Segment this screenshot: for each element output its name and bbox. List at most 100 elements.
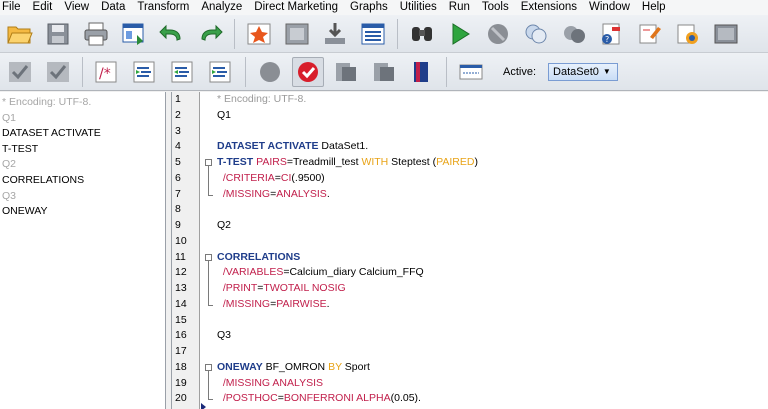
unindent-icon[interactable]	[205, 57, 237, 87]
current-line-marker-icon	[201, 403, 206, 409]
syntax-line[interactable]: /MISSING=ANALYSIS.	[217, 187, 768, 203]
use-sets-icon[interactable]	[672, 19, 704, 49]
syntax-line[interactable]	[217, 313, 768, 329]
syntax-line[interactable]: /MISSING ANALYSIS	[217, 376, 768, 392]
select-cases-icon[interactable]: ?	[596, 19, 628, 49]
save-icon[interactable]	[42, 19, 74, 49]
menu-window[interactable]: Window	[585, 0, 638, 15]
syntax-line[interactable]: Q2	[217, 218, 768, 234]
toolbar-separator	[82, 56, 83, 87]
redo-icon[interactable]	[194, 19, 226, 49]
open-folder-icon[interactable]	[4, 19, 36, 49]
syntax-line[interactable]	[217, 202, 768, 218]
syntax-line[interactable]: /POSTHOC=BONFERRONI ALPHA(0.05).	[217, 391, 768, 407]
print-icon[interactable]	[80, 19, 112, 49]
syntax-line[interactable]: DATASET ACTIVATE DataSet1.	[217, 139, 768, 155]
indent-icon[interactable]	[129, 57, 161, 87]
goto-variable-icon[interactable]	[281, 19, 313, 49]
menu-transform[interactable]: Transform	[133, 0, 197, 15]
nav-item[interactable]: T-TEST	[0, 142, 165, 158]
menu-data[interactable]: Data	[97, 0, 133, 15]
line-number: 3	[175, 124, 181, 137]
menu-extensions[interactable]: Extensions	[517, 0, 585, 15]
toolbar-separator	[397, 18, 398, 49]
syntax-token: CI	[280, 171, 292, 184]
syntax-icon[interactable]	[455, 57, 487, 87]
syntax-token: )	[474, 156, 478, 168]
goto-case-icon[interactable]	[243, 19, 275, 49]
stop-icon[interactable]	[482, 19, 514, 49]
fold-toggle-icon[interactable]	[205, 159, 212, 166]
syntax-line[interactable]: CORRELATIONS	[217, 250, 768, 266]
circle-icon[interactable]	[254, 57, 286, 87]
syntax-editor[interactable]: 123456789101112131415161718192021 * Enco…	[172, 92, 768, 409]
line-number: 11	[175, 250, 186, 263]
run-icon[interactable]	[444, 19, 476, 49]
verify-icon[interactable]	[292, 56, 324, 87]
undo-icon[interactable]	[156, 19, 188, 49]
insert-cases-icon[interactable]	[319, 19, 351, 49]
weight-cases-icon[interactable]	[558, 19, 590, 49]
variables-icon[interactable]	[357, 19, 389, 49]
nav-item[interactable]: DATASET ACTIVATE	[0, 126, 165, 142]
menu-help[interactable]: Help	[638, 0, 674, 15]
outdent-icon[interactable]	[167, 57, 199, 87]
syntax-line[interactable]: /PRINT=TWOTAIL NOSIG	[217, 281, 768, 297]
nav-item[interactable]: Q1	[0, 111, 165, 127]
nav-item[interactable]: Q2	[0, 157, 165, 173]
syntax-line[interactable]: ONEWAY BF_OMRON BY Sport	[217, 360, 768, 376]
fold-line	[208, 370, 209, 400]
line-number: 15	[175, 313, 187, 326]
menu-graphs[interactable]: Graphs	[346, 0, 396, 15]
fold-column	[200, 92, 217, 409]
syntax-token: PAIRS	[256, 156, 287, 168]
comment-icon[interactable]: /*	[91, 57, 123, 87]
check-gray-icon[interactable]	[42, 57, 74, 87]
menu-edit[interactable]: Edit	[29, 0, 61, 15]
dialog-recall-icon[interactable]	[118, 19, 150, 49]
menu-utilities[interactable]: Utilities	[396, 0, 445, 15]
check-icon[interactable]	[4, 57, 36, 87]
syntax-token: /VARIABLES	[217, 266, 284, 279]
nav-item[interactable]: Q3	[0, 189, 165, 205]
copy-icon[interactable]	[330, 57, 362, 87]
fold-toggle-icon[interactable]	[205, 363, 212, 371]
menu-run[interactable]: Run	[445, 0, 478, 15]
nav-item[interactable]: * Encoding: UTF-8.	[0, 95, 165, 111]
line-number: 19	[175, 376, 187, 389]
paste-icon[interactable]	[368, 57, 400, 87]
menu-file[interactable]: File	[0, 0, 29, 15]
nav-item[interactable]: CORRELATIONS	[0, 173, 165, 189]
syntax-token: =Calcium_diary Calcium_FFQ	[283, 266, 424, 279]
syntax-line[interactable]: Q1	[217, 108, 768, 124]
line-number: 16	[175, 329, 187, 342]
line-number: 7	[175, 187, 181, 200]
fold-end	[208, 399, 213, 401]
syntax-line[interactable]: Q3	[217, 328, 768, 344]
syntax-line[interactable]: * Encoding: UTF-8.	[217, 92, 768, 108]
chevron-down-icon: ▼	[602, 67, 611, 76]
active-dataset-dropdown[interactable]: DataSet0 ▼	[548, 62, 619, 81]
navigation-pane: * Encoding: UTF-8. Q1 DATASET ACTIVATE T-TE…	[0, 92, 166, 409]
syntax-line[interactable]	[217, 124, 768, 140]
syntax-line[interactable]	[217, 344, 768, 360]
show-all-icon[interactable]	[710, 19, 742, 49]
syntax-line[interactable]	[217, 234, 768, 250]
value-labels-icon[interactable]	[634, 19, 666, 49]
menu-tools[interactable]: Tools	[478, 0, 517, 15]
syntax-token: Q1	[217, 108, 232, 121]
split-file-icon[interactable]	[520, 19, 552, 49]
syntax-lines[interactable]: * Encoding: UTF-8. Q1 DATASET ACTIVATE Dat…	[217, 92, 768, 409]
book-icon[interactable]	[406, 57, 438, 87]
fold-line	[208, 166, 209, 195]
menu-analyze[interactable]: Analyze	[197, 0, 250, 15]
syntax-line[interactable]: T-TEST PAIRS=Treadmill_test WITH Steptes…	[217, 155, 768, 171]
syntax-line[interactable]: /MISSING=PAIRWISE.	[217, 297, 768, 313]
menu-view[interactable]: View	[60, 0, 97, 15]
syntax-line[interactable]: /VARIABLES=Calcium_diary Calcium_FFQ	[217, 265, 768, 281]
syntax-line[interactable]: /CRITERIA=CI(.9500)	[217, 171, 768, 187]
menu-direct-marketing[interactable]: Direct Marketing	[250, 0, 346, 15]
fold-toggle-icon[interactable]	[205, 253, 212, 261]
find-icon[interactable]	[406, 19, 438, 49]
nav-item[interactable]: ONEWAY	[0, 204, 165, 220]
